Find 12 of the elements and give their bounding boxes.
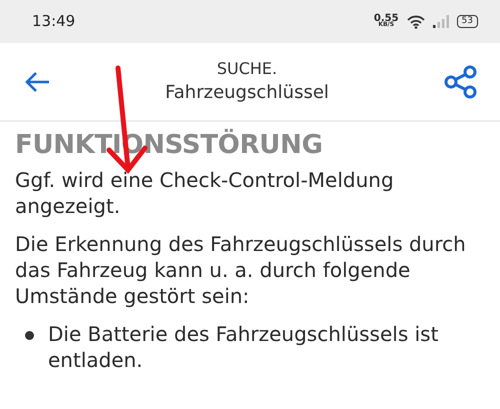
- share-icon[interactable]: [444, 64, 478, 98]
- paragraph: Die Erkennung des Fahrzeugschlüssels durch das Fahrzeug kann u. a. durch folgende Umstände gestört sein:: [15, 231, 467, 310]
- signal-icon: [432, 15, 449, 28]
- back-icon[interactable]: [24, 70, 50, 92]
- list-item-text: Die Batterie des Fahrzeugschlüssels ist entladen.: [48, 321, 440, 374]
- battery-indicator: 53: [456, 15, 478, 28]
- wifi-icon: [406, 14, 425, 28]
- clock-text: 13:49: [32, 11, 76, 32]
- header-title: SUCHE.: [216, 58, 278, 80]
- paragraph: Ggf. wird eine Check-Control-Meldung angezeigt.: [15, 167, 395, 220]
- header-subtitle: Fahrzeugschlüssel: [165, 81, 329, 106]
- bullet-icon: [25, 331, 34, 340]
